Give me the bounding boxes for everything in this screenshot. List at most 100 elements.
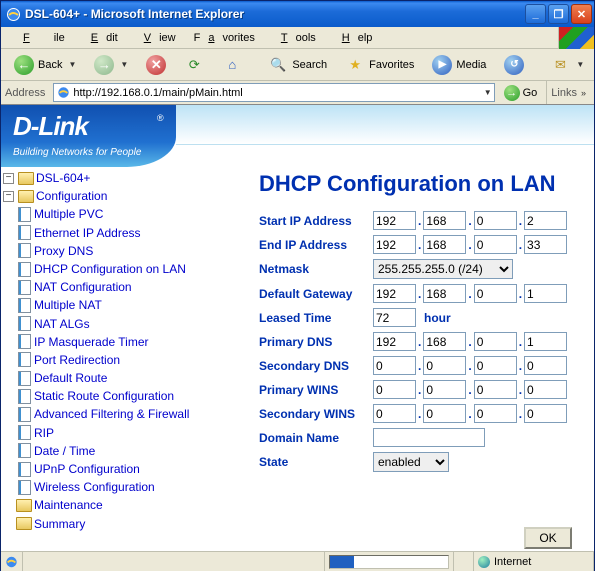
close-button[interactable]: ✕: [571, 4, 592, 24]
tree-item-label[interactable]: Multiple PVC: [34, 206, 103, 222]
stop-button[interactable]: ✕: [139, 52, 173, 78]
state-select[interactable]: enabled: [373, 452, 449, 472]
tree-item-label[interactable]: Ethernet IP Address: [34, 225, 141, 241]
sdns-2[interactable]: [423, 356, 466, 375]
tree-item[interactable]: Default Route: [3, 369, 255, 387]
tree-config-label[interactable]: Configuration: [36, 188, 107, 204]
menu-favorites[interactable]: Favorites: [186, 30, 263, 46]
tree-root[interactable]: − DSL-604+: [3, 169, 255, 187]
forward-button[interactable]: → ▼: [87, 52, 135, 78]
swins-1[interactable]: [373, 404, 416, 423]
tree-item[interactable]: DHCP Configuration on LAN: [3, 260, 255, 278]
pdns-3[interactable]: [474, 332, 517, 351]
tree-item-label[interactable]: UPnP Configuration: [34, 461, 140, 477]
start-ip-4[interactable]: [524, 211, 567, 230]
sdns-1[interactable]: [373, 356, 416, 375]
tree-item-label[interactable]: Static Route Configuration: [34, 388, 174, 404]
mail-button[interactable]: ✉▼: [543, 52, 591, 78]
tree-item[interactable]: Multiple PVC: [3, 205, 255, 223]
tree-item[interactable]: Proxy DNS: [3, 242, 255, 260]
maximize-button[interactable]: ❐: [548, 4, 569, 24]
pdns-1[interactable]: [373, 332, 416, 351]
collapse-icon[interactable]: −: [3, 191, 14, 202]
go-button[interactable]: → Go: [499, 84, 543, 102]
back-button[interactable]: ← Back ▼: [7, 52, 83, 78]
tree-maintenance[interactable]: Maintenance: [3, 496, 255, 514]
domain-name-input[interactable]: [373, 428, 485, 447]
end-ip-1[interactable]: [373, 235, 416, 254]
pwins-1[interactable]: [373, 380, 416, 399]
tree-item-label[interactable]: Proxy DNS: [34, 243, 93, 259]
tree-item[interactable]: Port Redirection: [3, 351, 255, 369]
search-button[interactable]: 🔍 Search: [261, 52, 334, 78]
collapse-icon[interactable]: −: [3, 173, 14, 184]
tree-root-label[interactable]: DSL-604+: [36, 170, 90, 186]
menu-view[interactable]: View: [128, 30, 184, 46]
address-input[interactable]: http://192.168.0.1/main/pMain.html ▼: [53, 83, 494, 102]
tree-item-label[interactable]: Multiple NAT: [34, 297, 102, 313]
sdns-4[interactable]: [524, 356, 567, 375]
gateway-2[interactable]: [423, 284, 466, 303]
swins-3[interactable]: [474, 404, 517, 423]
home-button[interactable]: ⌂: [215, 52, 249, 78]
menu-tools[interactable]: Tools: [265, 30, 324, 46]
tree-configuration[interactable]: − Configuration: [3, 187, 255, 205]
tree-item-label[interactable]: Port Redirection: [34, 352, 120, 368]
gateway-4[interactable]: [524, 284, 567, 303]
start-ip-3[interactable]: [474, 211, 517, 230]
pwins-3[interactable]: [474, 380, 517, 399]
tree-item-label[interactable]: Default Route: [34, 370, 107, 386]
tree-item[interactable]: Multiple NAT: [3, 296, 255, 314]
tree-summary-label[interactable]: Summary: [34, 516, 85, 532]
chevron-down-icon[interactable]: ▼: [482, 88, 492, 97]
gateway-3[interactable]: [474, 284, 517, 303]
history-button[interactable]: ↺: [497, 52, 531, 78]
swins-2[interactable]: [423, 404, 466, 423]
chevron-down-icon[interactable]: ▼: [118, 60, 128, 69]
tree-item[interactable]: Ethernet IP Address: [3, 224, 255, 242]
media-button[interactable]: ▶ Media: [425, 52, 493, 78]
tree-item-label[interactable]: IP Masquerade Timer: [34, 334, 149, 350]
end-ip-3[interactable]: [474, 235, 517, 254]
tree-item-label[interactable]: NAT ALGs: [34, 316, 90, 332]
end-ip-2[interactable]: [423, 235, 466, 254]
pdns-2[interactable]: [423, 332, 466, 351]
tree-item[interactable]: Static Route Configuration: [3, 387, 255, 405]
tree-item[interactable]: Wireless Configuration: [3, 478, 255, 496]
tree-item[interactable]: Advanced Filtering & Firewall: [3, 405, 255, 423]
tree-item-label[interactable]: NAT Configuration: [34, 279, 132, 295]
pdns-4[interactable]: [524, 332, 567, 351]
swins-4[interactable]: [524, 404, 567, 423]
tree-item-label[interactable]: Date / Time: [34, 443, 95, 459]
gateway-1[interactable]: [373, 284, 416, 303]
tree-item[interactable]: NAT Configuration: [3, 278, 255, 296]
tree-maintenance-label[interactable]: Maintenance: [34, 497, 103, 513]
end-ip-4[interactable]: [524, 235, 567, 254]
menu-file[interactable]: File: [7, 30, 73, 46]
leased-time-input[interactable]: [373, 308, 416, 327]
tree-item[interactable]: RIP: [3, 424, 255, 442]
ok-button[interactable]: OK: [524, 527, 572, 549]
tree-item-label[interactable]: DHCP Configuration on LAN: [34, 261, 186, 277]
menu-help[interactable]: Help: [326, 30, 381, 46]
pwins-4[interactable]: [524, 380, 567, 399]
tree-item[interactable]: Date / Time: [3, 442, 255, 460]
tree-item[interactable]: IP Masquerade Timer: [3, 333, 255, 351]
netmask-select[interactable]: 255.255.255.0 (/24): [373, 259, 513, 279]
tree-item-label[interactable]: Advanced Filtering & Firewall: [34, 406, 189, 422]
tree-item[interactable]: NAT ALGs: [3, 315, 255, 333]
refresh-button[interactable]: ⟳: [177, 52, 211, 78]
favorites-button[interactable]: ★ Favorites: [338, 52, 421, 78]
chevron-down-icon[interactable]: ▼: [66, 60, 76, 69]
tree-item[interactable]: UPnP Configuration: [3, 460, 255, 478]
start-ip-1[interactable]: [373, 211, 416, 230]
tree-item-label[interactable]: Wireless Configuration: [34, 479, 155, 495]
tree-summary[interactable]: Summary: [3, 515, 255, 533]
tree-item-label[interactable]: RIP: [34, 425, 54, 441]
start-ip-2[interactable]: [423, 211, 466, 230]
menu-edit[interactable]: Edit: [75, 30, 126, 46]
links-button[interactable]: Links »: [546, 81, 590, 104]
sdns-3[interactable]: [474, 356, 517, 375]
pwins-2[interactable]: [423, 380, 466, 399]
minimize-button[interactable]: _: [525, 4, 546, 24]
